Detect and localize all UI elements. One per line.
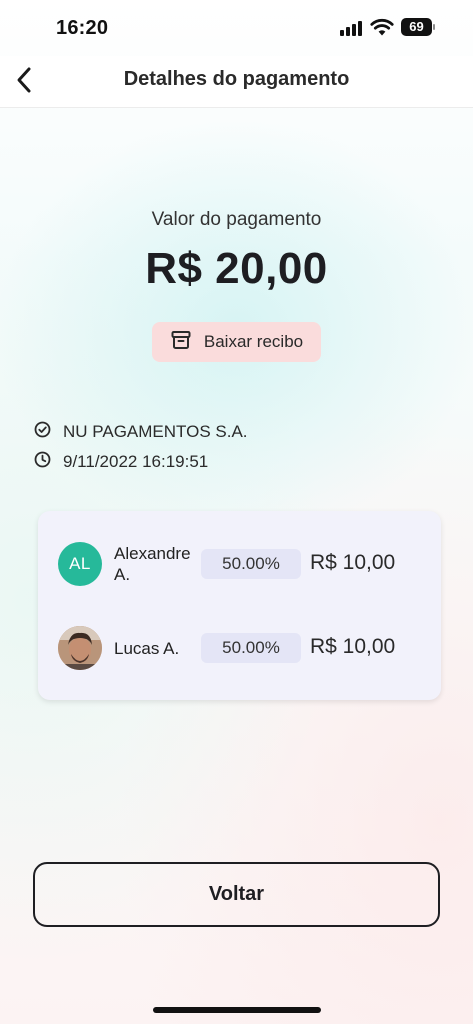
status-time: 16:20	[56, 17, 109, 39]
status-bar: 16:20 69	[0, 0, 473, 56]
payment-amount: R$ 20,00	[145, 244, 328, 293]
avatar	[58, 626, 102, 670]
payee-name: NU PAGAMENTOS S.A.	[63, 422, 248, 441]
download-receipt-label: Baixar recibo	[203, 332, 304, 351]
datetime-row: 9/11/2022 16:19:51	[34, 451, 208, 473]
participant-amount: R$ 10,00	[310, 635, 396, 658]
home-indicator[interactable]	[153, 1007, 321, 1013]
archive-box-icon	[170, 329, 192, 356]
participant-row: Lucas A. 50.00% R$ 10,00	[38, 624, 441, 672]
participant-name: Lucas A.	[114, 639, 180, 658]
voltar-button[interactable]: Voltar	[33, 862, 440, 927]
cellular-signal-icon	[340, 20, 364, 36]
participant-percent: 50.00%	[201, 633, 301, 663]
battery-level: 69	[409, 19, 424, 34]
download-receipt-button[interactable]: Baixar recibo	[152, 322, 321, 362]
amount-label: Valor do pagamento	[151, 209, 322, 230]
battery-icon: 69	[401, 18, 435, 36]
participant-amount: R$ 10,00	[310, 551, 396, 574]
user-photo-icon	[58, 626, 102, 670]
check-circle-icon	[34, 421, 51, 443]
navigation-bar: Detalhes do pagamento	[0, 56, 473, 108]
wifi-icon	[370, 17, 394, 37]
payee-row: NU PAGAMENTOS S.A.	[34, 421, 248, 443]
split-card: AL Alexandre A. 50.00% R$ 10,00 Lucas A.…	[38, 511, 441, 700]
clock-icon	[34, 451, 51, 473]
avatar: AL	[58, 542, 102, 586]
participant-name: Alexandre A.	[114, 544, 191, 584]
page-title: Detalhes do pagamento	[123, 68, 350, 90]
participant-percent: 50.00%	[201, 549, 301, 579]
participant-row: AL Alexandre A. 50.00% R$ 10,00	[38, 540, 441, 588]
payment-datetime: 9/11/2022 16:19:51	[63, 452, 209, 471]
